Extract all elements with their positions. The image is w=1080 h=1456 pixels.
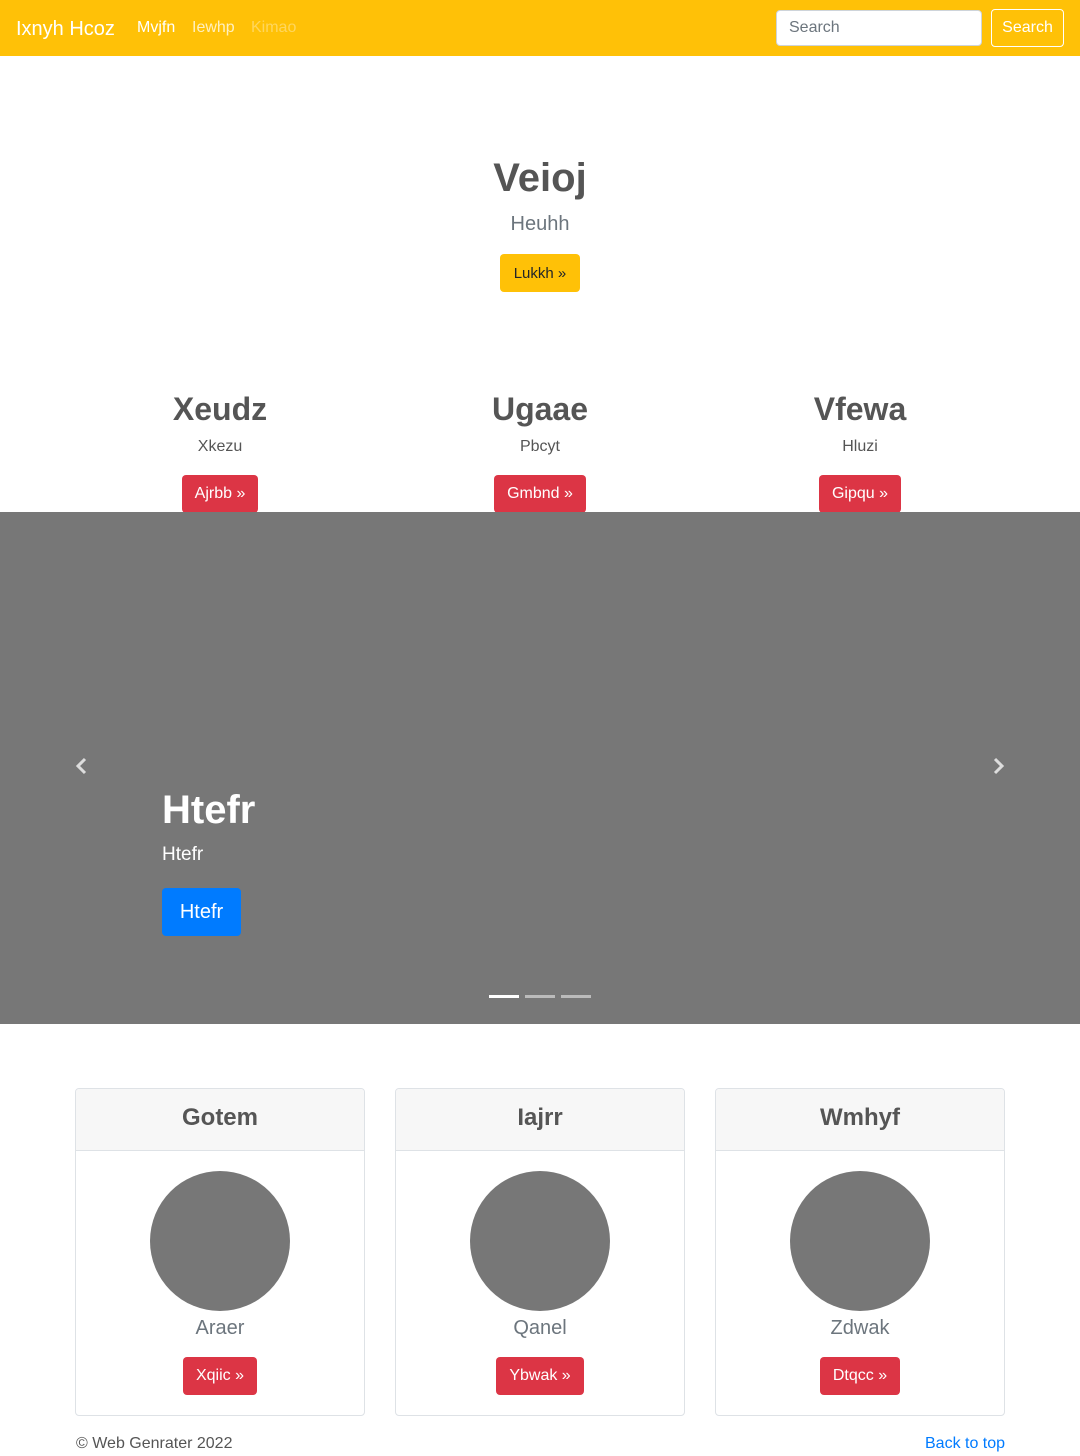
feature-button[interactable]: Gipqu » — [818, 475, 902, 513]
chevron-left-icon[interactable] — [70, 754, 94, 778]
avatar — [790, 1171, 930, 1311]
card-header: Gotem — [76, 1089, 364, 1151]
avatar — [150, 1171, 290, 1311]
feature-button[interactable]: Gmbnd » — [494, 475, 586, 513]
feature-text: Hluzi — [842, 438, 878, 455]
search-button[interactable]: Search — [991, 9, 1064, 47]
card-text: Qanel — [513, 1317, 567, 1339]
nav-link-3[interactable]: Kimao — [251, 18, 296, 38]
hero-subtitle: Heuhh — [510, 213, 570, 235]
nav-link-1[interactable]: Mvjfn — [137, 18, 175, 38]
hero-button[interactable]: Lukkh » — [500, 254, 580, 292]
carousel-indicator-1[interactable] — [489, 995, 519, 998]
card-button[interactable]: Xqiic » — [182, 1357, 258, 1395]
feature-title: Vfewa — [813, 391, 907, 427]
card: Iajrr Qanel Ybwak » — [395, 1088, 685, 1416]
card-text: Zdwak — [830, 1317, 890, 1339]
feature-button[interactable]: Ajrbb » — [181, 475, 259, 513]
carousel-text: Htefr — [162, 844, 204, 865]
search-input[interactable] — [776, 10, 982, 46]
card-header: Wmhyf — [716, 1089, 1004, 1151]
card-header: Iajrr — [396, 1089, 684, 1151]
feature-text: Xkezu — [197, 438, 243, 455]
carousel-indicator-3[interactable] — [561, 995, 591, 998]
carousel-button[interactable]: Htefr — [162, 888, 241, 936]
card: Wmhyf Zdwak Dtqcc » — [715, 1088, 1005, 1416]
back-to-top-link[interactable]: Back to top — [925, 1434, 1005, 1454]
card: Gotem Araer Xqiic » — [75, 1088, 365, 1416]
footer-copyright: © Web Genrater 2022 — [76, 1435, 233, 1452]
card-button[interactable]: Ybwak » — [496, 1357, 584, 1395]
nav-link-2[interactable]: Iewhp — [192, 18, 235, 38]
feature-column: Xeudz Xkezu Ajrbb » — [70, 386, 370, 513]
card-button[interactable]: Dtqcc » — [819, 1357, 901, 1395]
carousel-indicator-2[interactable] — [525, 995, 555, 998]
card-text: Araer — [195, 1317, 245, 1339]
feature-column: Ugaae Pbcyt Gmbnd » — [390, 386, 690, 513]
chevron-right-icon[interactable] — [986, 754, 1010, 778]
feature-column: Vfewa Hluzi Gipqu » — [710, 386, 1010, 513]
avatar — [470, 1171, 610, 1311]
feature-title: Xeudz — [172, 391, 268, 427]
feature-text: Pbcyt — [519, 438, 560, 455]
feature-title: Ugaae — [491, 391, 589, 427]
hero-title: Veioj — [493, 156, 587, 200]
carousel: Htefr Htefr Htefr — [0, 512, 1080, 1024]
navbar: Ixnyh Hcoz Mvjfn Iewhp Kimao Search — [0, 0, 1080, 56]
brand-logo[interactable]: Ixnyh Hcoz — [16, 16, 115, 42]
carousel-title: Htefr — [162, 788, 256, 832]
